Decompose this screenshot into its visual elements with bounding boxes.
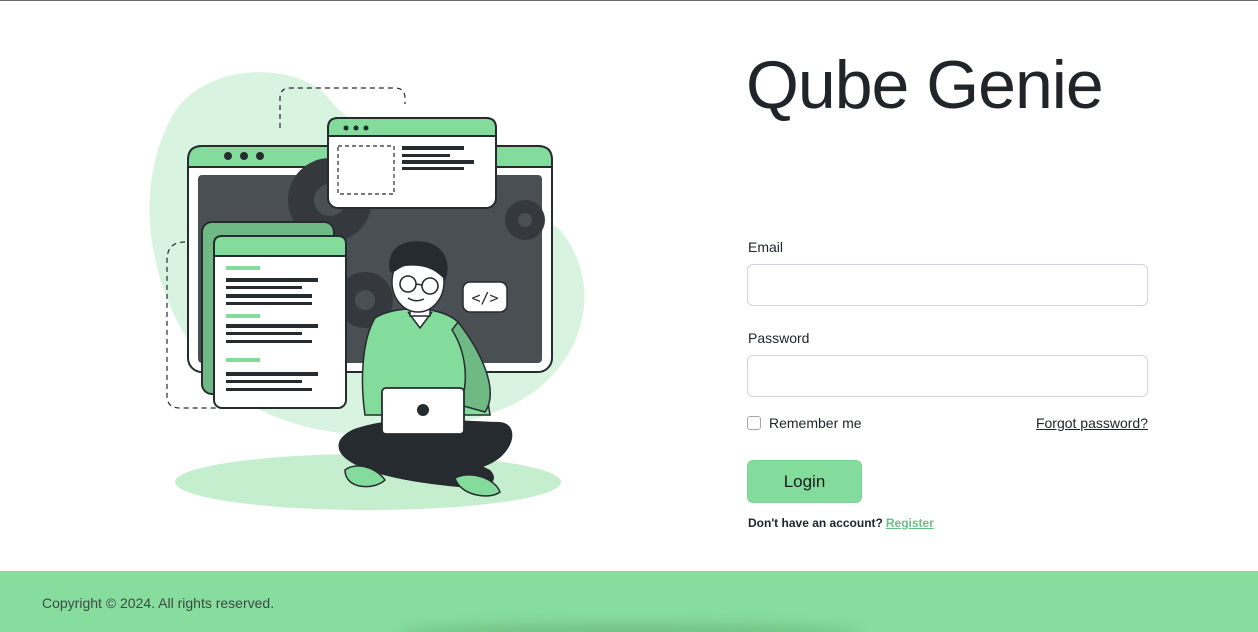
password-label: Password	[748, 330, 810, 346]
no-account-text: Don't have an account?	[748, 516, 883, 530]
app-title: Qube Genie	[746, 47, 1104, 123]
copyright-text: Copyright © 2024. All rights reserved.	[42, 595, 275, 611]
password-field[interactable]	[747, 355, 1148, 397]
developer-illustration: </>	[140, 60, 600, 520]
remember-me-label: Remember me	[769, 415, 862, 431]
email-field[interactable]	[747, 264, 1148, 306]
remember-me-row[interactable]: Remember me	[747, 415, 862, 431]
email-label: Email	[748, 239, 784, 255]
footer: Copyright © 2024. All rights reserved.	[0, 571, 1258, 632]
login-button[interactable]: Login	[747, 460, 862, 503]
register-link[interactable]: Register	[886, 516, 934, 530]
window-top-border	[0, 0, 1258, 1]
footer-shadow	[400, 623, 860, 632]
developer-illustration-icon: </>	[149, 72, 585, 510]
forgot-password-link[interactable]: Forgot password?	[1036, 415, 1148, 431]
remember-me-checkbox[interactable]	[747, 416, 761, 430]
register-prompt: Don't have an account? Register	[748, 516, 934, 530]
svg-text:</>: </>	[471, 289, 498, 307]
